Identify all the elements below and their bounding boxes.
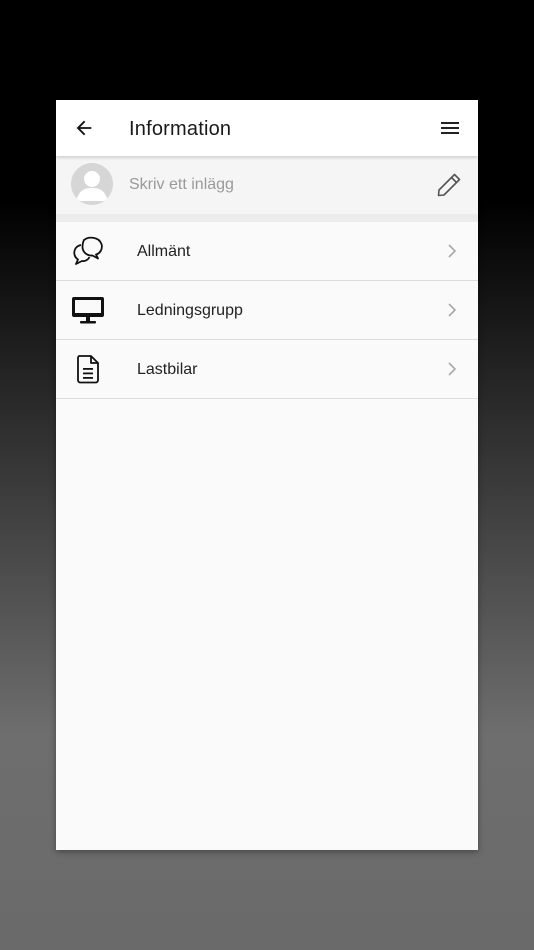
app-bar: Information [56,100,478,156]
default-avatar-icon [71,163,113,205]
list-item-ledningsgrupp[interactable]: Ledningsgrupp [56,281,478,340]
list-item-label: Ledningsgrupp [137,302,243,319]
chat-bubbles-icon [73,236,103,265]
list-item-lastbilar[interactable]: Lastbilar [56,340,478,399]
list-item-label: Lastbilar [137,361,198,378]
section-divider [56,214,478,222]
app-screen: Information Skriv ett inlägg Allmänt Led… [56,100,478,850]
post-input[interactable]: Skriv ett inlägg [129,175,234,195]
avatar [71,163,113,205]
post-composer[interactable]: Skriv ett inlägg [56,156,478,214]
desktop-monitor-icon [72,297,104,324]
edit-button[interactable] [434,170,464,200]
pencil-icon [437,173,461,197]
chevron-right-icon [448,362,457,376]
page-title: Information [129,118,232,140]
chevron-right-icon [448,244,457,258]
menu-button[interactable] [436,114,464,142]
chevron-right-icon [448,303,457,317]
back-button[interactable] [70,114,98,142]
list-item-label: Allmänt [137,243,191,260]
channel-list: Allmänt Ledningsgrupp Lastbilar [56,222,478,399]
list-item-allmant[interactable]: Allmänt [56,222,478,281]
arrow-left-icon [76,120,92,136]
hamburger-menu-icon [441,122,459,134]
document-icon [77,355,99,384]
